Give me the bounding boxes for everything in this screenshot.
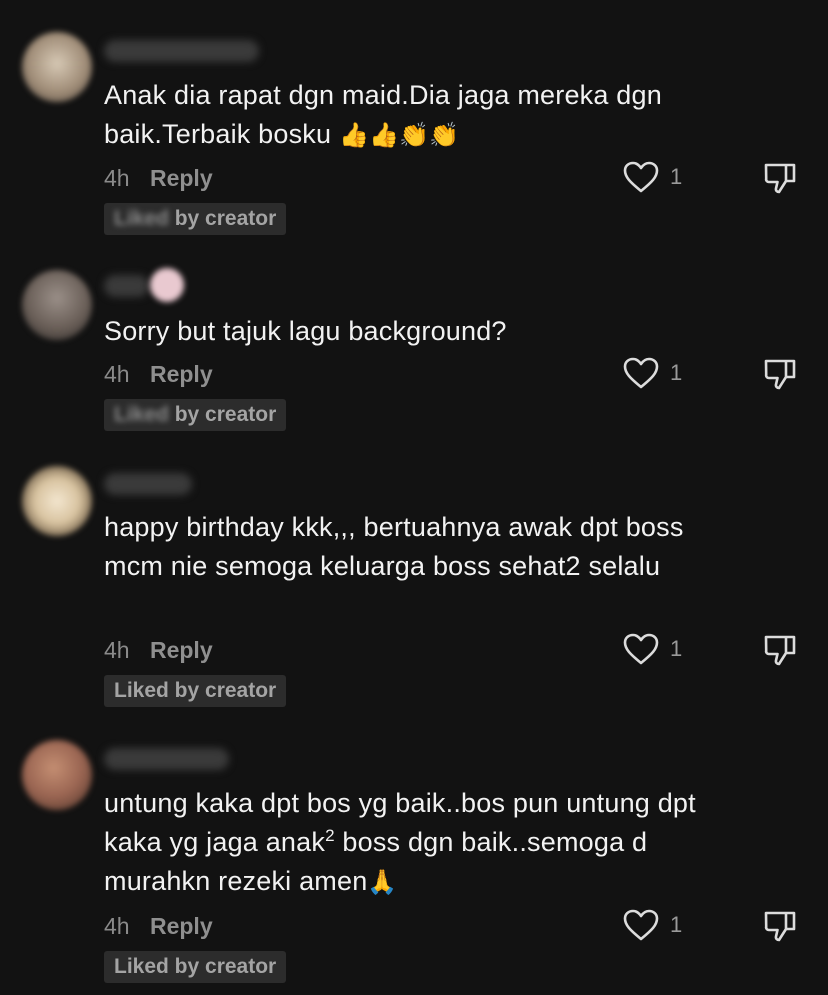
emoji: 👍👍👏👏 xyxy=(338,121,460,149)
comment-text: happy birthday kkk,,, bertuahnya awak dp… xyxy=(104,508,734,586)
username-blurred[interactable] xyxy=(104,748,229,770)
badge-text: by creator xyxy=(168,403,277,426)
thumbs-down-icon xyxy=(762,359,798,396)
username-blurred[interactable] xyxy=(104,275,149,297)
dislike-button[interactable] xyxy=(762,632,798,673)
avatar[interactable] xyxy=(22,466,92,536)
comment-text: Anak dia rapat dgn maid.Dia jaga mereka … xyxy=(104,76,734,155)
comment-text-body: happy birthday kkk,,, bertuahnya awak dp… xyxy=(104,512,684,581)
badge-blurred-word: Liked xyxy=(114,207,169,230)
avatar[interactable] xyxy=(22,740,92,810)
username-blurred-avatar-dot xyxy=(150,268,184,302)
username-blurred[interactable] xyxy=(104,40,259,62)
thumbs-down-icon xyxy=(762,635,798,672)
comment-meta: 4h Reply xyxy=(104,361,213,388)
like-count: 1 xyxy=(670,164,683,189)
reply-button[interactable]: Reply xyxy=(150,361,213,387)
dislike-button[interactable] xyxy=(762,908,798,949)
comment-text: untung kaka dpt bos yg baik..bos pun unt… xyxy=(104,784,734,902)
heart-outline-icon xyxy=(622,160,660,194)
emoji: 🙏 xyxy=(367,868,398,896)
heart-outline-icon xyxy=(622,632,660,666)
badge-blurred-word: Liked xyxy=(114,403,169,426)
dislike-button[interactable] xyxy=(762,356,798,397)
liked-by-creator-badge: Liked by creator xyxy=(104,203,287,235)
like-button[interactable]: 1 xyxy=(622,160,682,194)
like-count: 1 xyxy=(670,360,683,385)
like-count: 1 xyxy=(670,636,683,661)
reply-button[interactable]: Reply xyxy=(150,165,213,191)
comment-meta: 4h Reply xyxy=(104,165,213,192)
superscript: 2 xyxy=(325,826,335,845)
like-button[interactable]: 1 xyxy=(622,632,682,666)
liked-by-creator-badge: Liked by creator xyxy=(104,951,287,983)
timestamp: 4h xyxy=(104,637,130,663)
dislike-button[interactable] xyxy=(762,160,798,201)
avatar[interactable] xyxy=(22,32,92,102)
username-blurred[interactable] xyxy=(104,473,192,495)
comment-meta: 4h Reply xyxy=(104,637,213,664)
liked-by-creator-badge: Liked by creator xyxy=(104,399,287,431)
like-count: 1 xyxy=(670,912,683,937)
comment-list: Anak dia rapat dgn maid.Dia jaga mereka … xyxy=(0,0,828,995)
heart-outline-icon xyxy=(622,356,660,390)
comment-text-body: Sorry but tajuk lagu background? xyxy=(104,316,507,346)
heart-outline-icon xyxy=(622,908,660,942)
reply-button[interactable]: Reply xyxy=(150,913,213,939)
timestamp: 4h xyxy=(104,913,130,939)
comment-meta: 4h Reply xyxy=(104,913,213,940)
timestamp: 4h xyxy=(104,165,130,191)
timestamp: 4h xyxy=(104,361,130,387)
like-button[interactable]: 1 xyxy=(622,356,682,390)
avatar[interactable] xyxy=(22,270,92,340)
comment-text: Sorry but tajuk lagu background? xyxy=(104,312,734,351)
thumbs-down-icon xyxy=(762,911,798,948)
thumbs-down-icon xyxy=(762,163,798,200)
like-button[interactable]: 1 xyxy=(622,908,682,942)
liked-by-creator-badge: Liked by creator xyxy=(104,675,287,707)
badge-text: by creator xyxy=(168,207,277,230)
reply-button[interactable]: Reply xyxy=(150,637,213,663)
